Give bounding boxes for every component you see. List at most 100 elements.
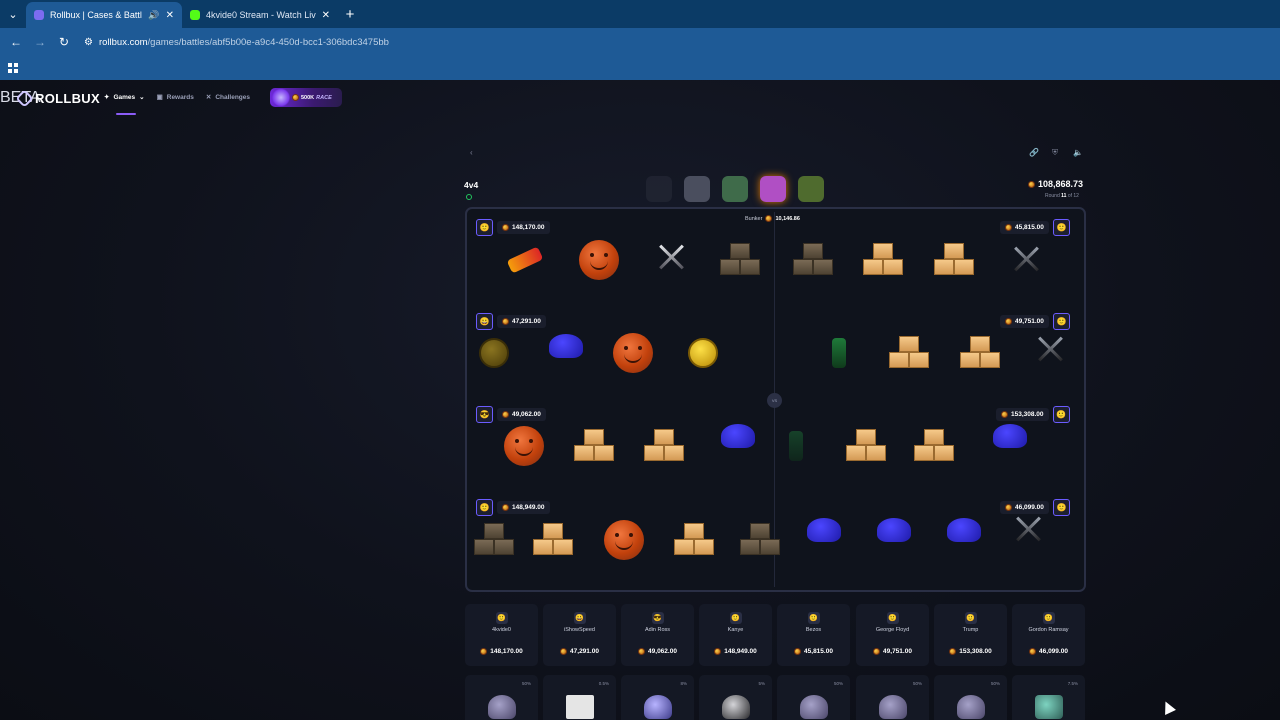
item-swords	[651, 236, 691, 276]
race-amount: 500K	[301, 94, 315, 101]
rollbux-favicon-icon	[34, 10, 44, 20]
item-thumbnail	[800, 695, 828, 719]
item-card[interactable]: 50%	[465, 675, 538, 720]
player-card[interactable]: 🙂 Trump 153,308.00	[934, 604, 1007, 666]
logo-mark-icon	[15, 89, 34, 108]
status-dot-icon	[466, 194, 472, 200]
item-crates	[644, 426, 684, 466]
item-thumbnail	[644, 695, 672, 719]
player-card[interactable]: 🙂 Gordon Ramsay 46,099.00	[1012, 604, 1085, 666]
shield-icon[interactable]: ⛨	[1052, 148, 1058, 158]
link-icon[interactable]: 🔗	[1029, 148, 1039, 157]
tab-list-chevron-icon[interactable]: ⌄	[0, 0, 26, 28]
race-label: RACE	[316, 94, 332, 101]
nav-rewards[interactable]: ▣ Rewards	[157, 93, 194, 102]
nav-games[interactable]: ✦ Games ⌄	[104, 93, 145, 102]
player-amount: 148,949.00	[512, 504, 545, 511]
back-chevron-icon[interactable]: ‹	[470, 148, 473, 157]
coin-icon	[502, 224, 509, 231]
player-card[interactable]: 🙂 Bezos 45,815.00	[777, 604, 850, 666]
player-left-2: 😀 47,291.00	[476, 313, 546, 330]
item-crates	[740, 520, 780, 560]
item-swords	[1030, 328, 1070, 368]
item-card[interactable]: 7.5%	[1012, 675, 1085, 720]
item-crates	[846, 426, 886, 466]
player-card[interactable]: 🙂 4kvide0 148,170.00	[465, 604, 538, 666]
avatar: 🙂	[495, 612, 508, 624]
avatar[interactable]: 😎	[476, 406, 493, 423]
item-blue-cap	[718, 416, 758, 456]
avatar[interactable]: 😀	[476, 313, 493, 330]
browser-tab-rollbux[interactable]: Rollbux | Cases & Battles | R 🔊 ✕	[26, 2, 182, 28]
player-name: Gordon Ramsay	[1028, 627, 1069, 633]
item-card[interactable]: 8%	[621, 675, 694, 720]
avatar[interactable]: 🙂	[476, 219, 493, 236]
item-chance: 5%	[758, 681, 765, 686]
avatar: 😎	[651, 612, 664, 624]
player-amount: 45,815.00	[1015, 224, 1044, 231]
nav-challenges[interactable]: ✕ Challenges	[206, 93, 250, 102]
coin-icon	[949, 648, 957, 655]
avatar[interactable]: 🙂	[476, 499, 493, 516]
coin-icon	[480, 648, 488, 655]
player-card[interactable]: 🙂 Kanye 148,949.00	[699, 604, 772, 666]
item-basketball	[613, 333, 653, 373]
player-value: 148,949.00	[724, 648, 757, 655]
battle-total: 108,868.73	[1028, 179, 1083, 189]
player-right-1: 45,815.00 🙂	[1000, 219, 1070, 236]
item-crates	[474, 520, 514, 560]
site-info-icon[interactable]: ⚙	[84, 37, 93, 48]
item-chance: 50%	[990, 681, 1000, 686]
item-crates	[674, 520, 714, 560]
item-card[interactable]: 50%	[856, 675, 929, 720]
player-name: George Floyd	[875, 627, 910, 633]
speaker-icon[interactable]: 🔊	[148, 10, 159, 21]
coin-icon	[873, 648, 881, 655]
player-value: 148,170.00	[490, 648, 523, 655]
avatar: 😀	[573, 612, 586, 624]
avatar: 🙂	[886, 612, 899, 624]
player-value: 153,308.00	[959, 648, 992, 655]
avatar: 🙂	[729, 612, 742, 624]
coin-icon	[502, 318, 509, 325]
item-basketball	[504, 426, 544, 466]
item-chance: 0.5%	[598, 681, 609, 686]
item-card[interactable]: 50%	[934, 675, 1007, 720]
avatar[interactable]: 🙂	[1052, 406, 1070, 423]
item-chance: 50%	[521, 681, 531, 686]
player-card[interactable]: 😀 iShowSpeed 47,291.00	[543, 604, 616, 666]
nav-rewards-label: Rewards	[166, 93, 194, 101]
new-tab-plus-icon[interactable]: +	[338, 6, 362, 23]
tab-title: Rollbux | Cases & Battles | R	[50, 10, 142, 20]
reload-icon[interactable]: ↻	[52, 28, 76, 56]
browser-tab-kick[interactable]: 4kvide0 Stream - Watch Live on ✕	[182, 2, 338, 28]
item-card[interactable]: 50%	[777, 675, 850, 720]
close-tab-icon[interactable]: ✕	[322, 10, 330, 21]
item-card[interactable]: 5%	[699, 675, 772, 720]
round-current: 11	[1061, 193, 1067, 199]
bunker-case-label: Bunker 10,146.86	[745, 215, 800, 222]
address-bar[interactable]: ⚙ rollbux.com/games/battles/abf5b00e-a9c…	[84, 37, 389, 48]
item-crates	[914, 426, 954, 466]
race-banner[interactable]: 500K RACE	[270, 88, 342, 107]
close-tab-icon[interactable]: ✕	[166, 10, 174, 21]
item-card[interactable]: 0.5%	[543, 675, 616, 720]
apps-grid-icon[interactable]	[8, 63, 18, 73]
avatar: 🙂	[807, 612, 820, 624]
player-card[interactable]: 😎 Adin Ross 49,062.00	[621, 604, 694, 666]
item-thumbnail	[879, 695, 907, 719]
volume-icon[interactable]: 🔈	[1073, 148, 1083, 157]
back-arrow-icon[interactable]: ←	[4, 28, 28, 56]
player-left-3: 😎 49,062.00	[476, 406, 546, 423]
item-crates	[863, 240, 903, 280]
player-card[interactable]: 🙂 George Floyd 49,751.00	[856, 604, 929, 666]
bookmarks-bar	[0, 56, 1280, 80]
player-value: 49,062.00	[648, 648, 677, 655]
avatar[interactable]: 🙂	[1052, 219, 1070, 236]
forward-arrow-icon[interactable]: →	[28, 28, 52, 56]
rollbux-logo[interactable]: ROLLBUX	[15, 89, 100, 108]
player-amount: 148,170.00	[512, 224, 545, 231]
item-chance: 50%	[833, 681, 843, 686]
rollbux-site: ROLLBUX BETA ✦ Games ⌄ ▣ Rewards ✕ Challenge…	[0, 80, 1280, 720]
avatar[interactable]: 🙂	[1052, 499, 1070, 516]
